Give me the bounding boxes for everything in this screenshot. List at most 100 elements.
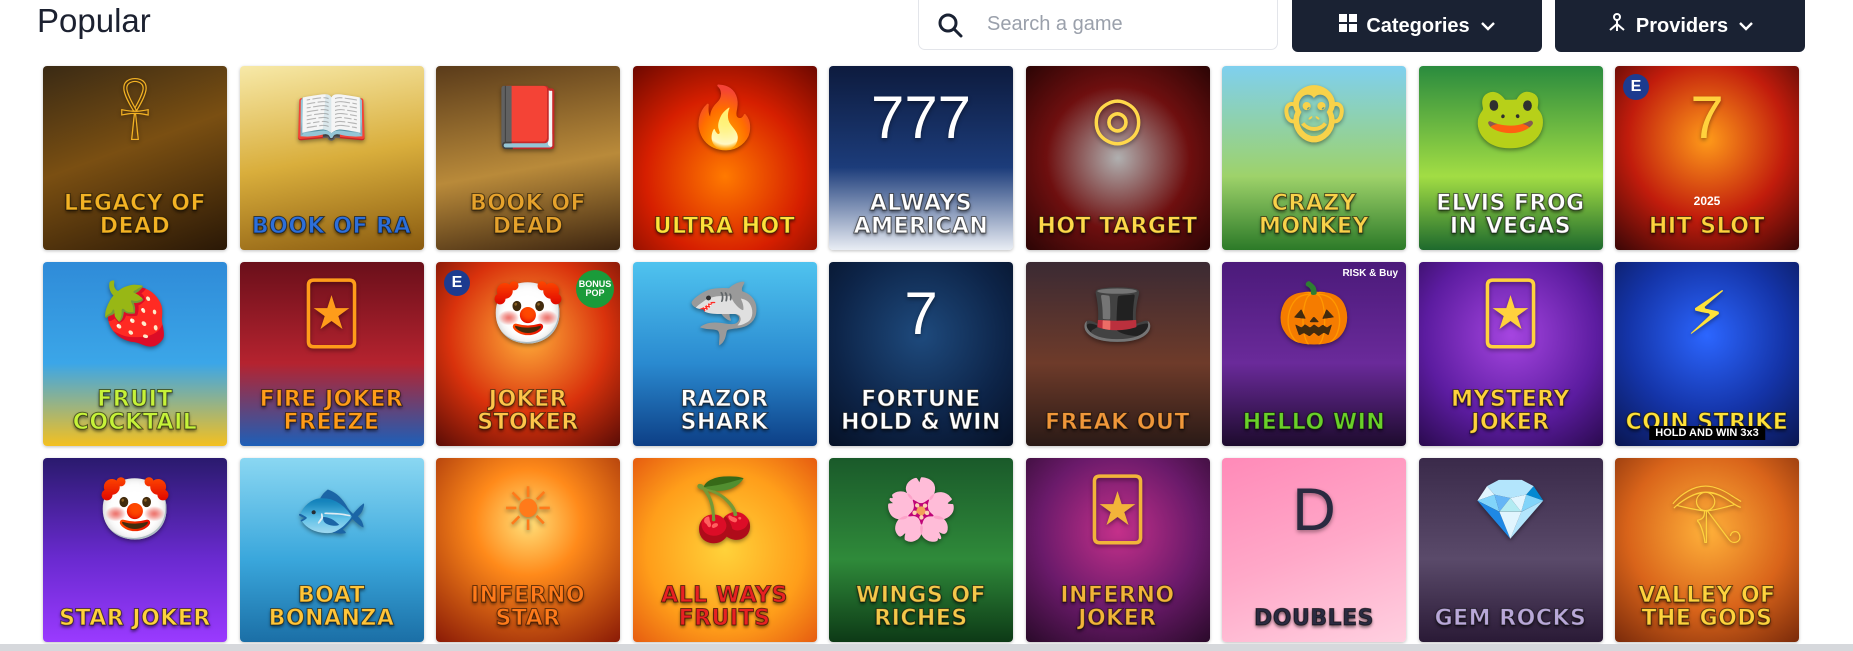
- risk-buy-badge: RISK & Buy: [1342, 268, 1398, 279]
- game-title: Legacy of Dead: [63, 190, 207, 239]
- game-tile[interactable]: ☀ Inferno Star: [436, 458, 620, 642]
- game-art-icon: 7: [1690, 83, 1724, 151]
- game-title: Elvis Frog in Vegas: [1436, 190, 1585, 239]
- providers-label: Providers: [1635, 14, 1729, 37]
- game-art-icon: 🔥: [687, 83, 762, 151]
- network-icon: [1606, 12, 1628, 40]
- game-art-icon: 🐵: [1279, 83, 1349, 151]
- game-tile[interactable]: 𓋹 Legacy of Dead: [43, 66, 227, 250]
- game-art-icon: 🎩: [1080, 279, 1155, 347]
- game-art-icon: 🦈: [687, 279, 762, 347]
- game-art-icon: 🃏: [300, 279, 363, 347]
- game-tile[interactable]: 777 Always American: [829, 66, 1013, 250]
- game-tile[interactable]: 🐸 Elvis Frog in Vegas: [1418, 66, 1603, 250]
- game-art-icon: 🍓: [97, 279, 173, 347]
- game-title: Doubles: [1254, 605, 1375, 631]
- game-tile[interactable]: 7 Fortune Hold & Win: [829, 262, 1013, 446]
- game-art-icon: 𓂀: [1669, 475, 1745, 543]
- game-tile[interactable]: 💎 Gem Rocks: [1418, 458, 1603, 642]
- game-art-icon: ☀: [501, 475, 555, 543]
- game-tile[interactable]: 📖 Book of Ra: [239, 66, 424, 250]
- game-tile[interactable]: 🐵 Crazy Monkey: [1222, 66, 1406, 250]
- game-art-icon: 777: [870, 83, 972, 151]
- game-art-icon: 🎃: [1276, 279, 1352, 347]
- game-tile[interactable]: 🎃 Hello Win RISK & Buy: [1222, 262, 1406, 446]
- game-art-icon: 📕: [490, 83, 566, 151]
- game-art-icon: 🃏: [1479, 279, 1542, 347]
- game-title: Mystery Joker: [1451, 386, 1570, 435]
- game-title: Inferno Joker: [1060, 582, 1175, 631]
- game-art-icon: 🃏: [1086, 475, 1149, 543]
- game-art-icon: 7: [904, 279, 938, 347]
- game-tile[interactable]: 🍓 Fruit Cocktail: [43, 262, 227, 446]
- game-art-icon: 𓋹: [118, 83, 152, 151]
- chevron-down-icon: [1738, 15, 1754, 38]
- search-bar[interactable]: [918, 0, 1278, 50]
- game-title: Book of Dead: [469, 190, 587, 239]
- provider-logo-icon: E: [444, 270, 470, 296]
- game-art-icon: 📖: [294, 83, 369, 151]
- game-title: Always American: [853, 190, 989, 239]
- game-art-icon: 💎: [1473, 475, 1548, 543]
- game-title: Hit Slot: [1648, 213, 1766, 239]
- game-tile[interactable]: 7 Hit Slot E 2025: [1615, 66, 1799, 250]
- chevron-down-icon: [1480, 15, 1496, 38]
- game-title: Freak Out: [1045, 409, 1190, 435]
- provider-logo-icon: E: [1623, 74, 1649, 100]
- hold-win-badge: HOLD AND WIN 3x3: [1649, 426, 1765, 440]
- game-tile[interactable]: ⚡ Coin Strike HOLD AND WIN 3x3: [1615, 262, 1799, 446]
- page-title: Popular: [37, 2, 151, 39]
- game-tile[interactable]: 📕 Book of Dead: [436, 66, 620, 250]
- search-icon[interactable]: [935, 10, 965, 40]
- game-title: Hello Win: [1242, 409, 1386, 435]
- providers-button[interactable]: Providers: [1555, 0, 1805, 52]
- game-title: Crazy Monkey: [1258, 190, 1369, 239]
- game-art-icon: D: [1292, 475, 1336, 543]
- game-title: Fire Joker Freeze: [259, 386, 404, 435]
- game-tile[interactable]: 𓂀 Valley of the Gods: [1615, 458, 1799, 642]
- game-tile[interactable]: 🃏 Inferno Joker: [1025, 458, 1210, 642]
- categories-label: Categories: [1366, 14, 1470, 37]
- game-tile[interactable]: 🤡 Star Joker: [43, 458, 227, 642]
- game-art-icon: ◎: [1091, 83, 1144, 151]
- game-title: Valley of the Gods: [1638, 582, 1776, 631]
- search-input[interactable]: [985, 12, 1269, 37]
- game-title: All Ways Fruits: [661, 582, 788, 631]
- game-art-icon: ⚡: [1685, 279, 1729, 347]
- game-title: Fruit Cocktail: [72, 386, 198, 435]
- game-tile[interactable]: 🐟 Boat Bonanza: [239, 458, 424, 642]
- game-title: Inferno Star: [470, 582, 586, 631]
- game-tile[interactable]: 🦈 Razor Shark: [632, 262, 817, 446]
- game-title: Book of Ra: [251, 213, 412, 239]
- game-tile[interactable]: 🔥 Ultra Hot: [632, 66, 817, 250]
- game-art-icon: 🐟: [294, 475, 369, 543]
- game-title: Wings of Riches: [855, 582, 987, 631]
- categories-button[interactable]: Categories: [1292, 0, 1542, 52]
- game-title: Hot Target: [1037, 213, 1198, 239]
- game-tile[interactable]: 🤡 Joker Stoker E BONUS POP: [436, 262, 620, 446]
- game-art-icon: 🍒: [687, 475, 762, 543]
- game-tile[interactable]: 🌸 Wings of Riches: [829, 458, 1013, 642]
- game-art-icon: 🤡: [97, 475, 173, 543]
- game-tile[interactable]: 🍒 All Ways Fruits: [632, 458, 817, 642]
- game-art-icon: 🐸: [1473, 83, 1548, 151]
- game-title: Ultra Hot: [653, 213, 796, 239]
- bonus-pop-badge: BONUS POP: [576, 270, 614, 308]
- game-tile[interactable]: 🎩 Freak Out: [1025, 262, 1210, 446]
- game-grid: 𓋹 Legacy of Dead 📖 Book of Ra 📕 Book of Dead 🔥…: [43, 66, 1799, 642]
- year-badge: 2025: [1693, 194, 1721, 208]
- game-tile[interactable]: ◎ Hot Target: [1025, 66, 1210, 250]
- divider: [0, 644, 1853, 651]
- game-title: Boat Bonanza: [268, 582, 395, 631]
- game-tile[interactable]: 🃏 Fire Joker Freeze: [239, 262, 424, 446]
- game-art-icon: 🤡: [490, 279, 566, 347]
- game-art-icon: 🌸: [883, 475, 959, 543]
- game-tile[interactable]: 🃏 Mystery Joker: [1418, 262, 1603, 446]
- grid-icon: [1338, 13, 1358, 39]
- game-tile[interactable]: D Doubles: [1222, 458, 1406, 642]
- game-title: Gem Rocks: [1434, 605, 1587, 631]
- game-title: Star Joker: [59, 605, 211, 631]
- game-title: Joker Stoker: [477, 386, 579, 435]
- game-title: Razor Shark: [680, 386, 769, 435]
- game-title: Fortune Hold & Win: [841, 386, 1001, 435]
